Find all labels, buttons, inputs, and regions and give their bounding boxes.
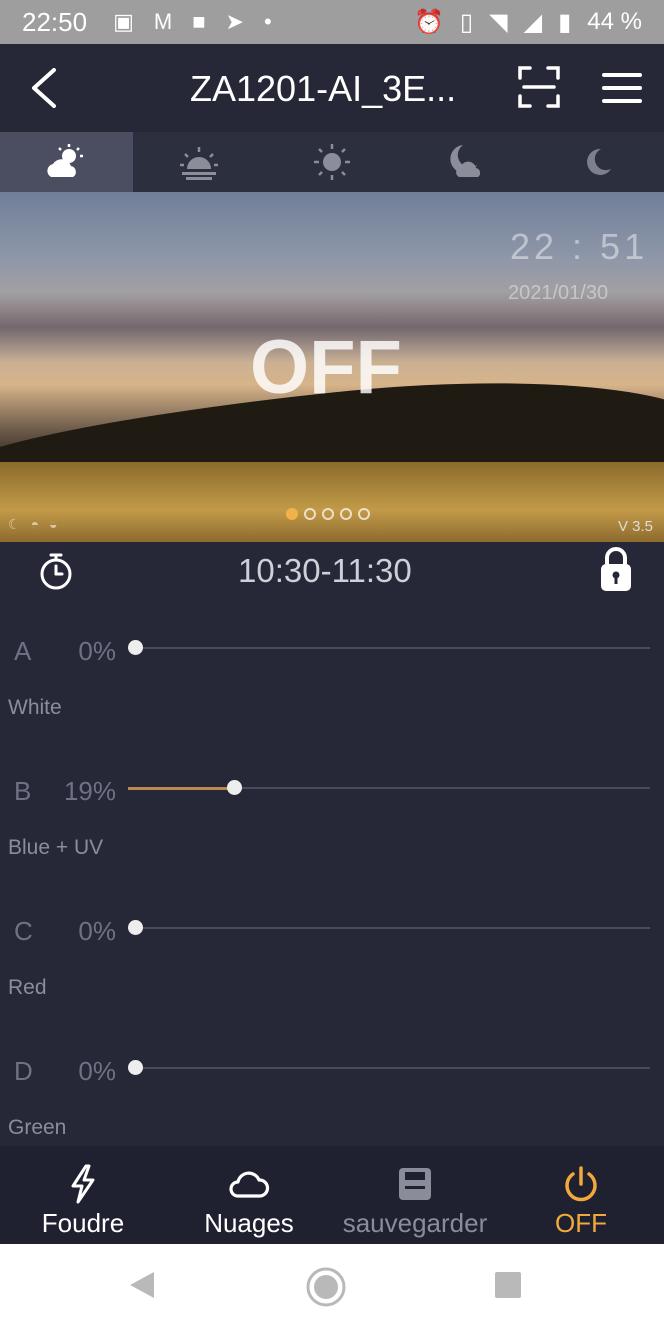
page-indicator <box>286 508 370 520</box>
slider-track[interactable] <box>128 927 650 929</box>
clouds-label: Nuages <box>204 1208 294 1238</box>
mode-tab-dusk[interactable] <box>398 132 531 192</box>
status-bar: 22:50 ▣ M ■ ➤ • ⏰ ▯ ◥ ◢ ▮ 44 % <box>0 0 664 44</box>
device-clock: 22 : 51 <box>510 226 649 267</box>
channel-percent: 0% <box>78 1056 116 1086</box>
slider-handle[interactable] <box>128 640 143 655</box>
power-icon <box>565 1166 597 1202</box>
channel-name: Blue + UV <box>8 836 104 859</box>
lightning-button[interactable]: Foudre <box>0 1146 166 1244</box>
home-circle-icon[interactable] <box>305 1266 347 1308</box>
page-dot <box>322 508 334 520</box>
slider-handle[interactable] <box>128 1060 143 1075</box>
lock-icon[interactable] <box>600 546 632 592</box>
moon-cloud-icon <box>450 145 480 177</box>
channel-row: B 19% Blue + UV <box>0 746 664 886</box>
recents-square-icon[interactable] <box>494 1271 522 1299</box>
channel-letter: B <box>14 776 32 806</box>
slider-track[interactable] <box>128 647 650 649</box>
more-notifications-icon: • <box>263 9 272 34</box>
clouds-button[interactable]: Nuages <box>166 1146 332 1244</box>
power-button[interactable]: OFF <box>498 1146 664 1244</box>
mode-tab-cloudy[interactable] <box>0 132 133 192</box>
hero-mini-icons: ☾ ◓ ◒ <box>8 516 58 533</box>
scan-icon[interactable] <box>518 66 560 108</box>
channel-row: A 0% White <box>0 606 664 746</box>
battery-percent: 44 % <box>587 8 642 35</box>
alarm-icon: ⏰ <box>414 8 444 36</box>
channel-name: Red <box>8 976 47 999</box>
status-time: 22:50 <box>22 6 88 37</box>
slider-handle[interactable] <box>128 920 143 935</box>
signal-icon: ◢ <box>523 8 543 36</box>
firmware-version: V 3.5 <box>618 518 654 535</box>
device-date: 2021/01/30 <box>508 282 609 304</box>
battery-icon: ▮ <box>558 8 572 36</box>
back-triangle-icon[interactable] <box>128 1270 156 1300</box>
chevron-left-icon[interactable] <box>26 66 66 110</box>
channel-percent: 0% <box>78 636 116 666</box>
mode-tab-night[interactable] <box>531 132 664 192</box>
channel-name: White <box>8 696 62 719</box>
partly-cloudy-icon <box>47 144 84 177</box>
wifi-icon: ◥ <box>489 8 508 36</box>
gmail-icon: M <box>153 9 173 34</box>
slider-handle[interactable] <box>227 780 243 795</box>
channel-letter: D <box>14 1056 33 1086</box>
telegram-icon: ➤ <box>225 9 244 34</box>
save-icon <box>399 1168 431 1200</box>
mode-tabs <box>0 132 664 192</box>
crescent-moon-icon <box>586 148 611 175</box>
save-label: sauvegarder <box>342 1208 488 1238</box>
sunrise-mini-icon: ◓ <box>30 516 40 532</box>
hamburger-menu-icon[interactable] <box>602 72 642 104</box>
channel-row: C 0% Red <box>0 886 664 1026</box>
sun-icon <box>313 144 350 180</box>
slider-track[interactable] <box>128 1067 650 1069</box>
channel-row: D 0% Green <box>0 1026 664 1166</box>
lightning-icon <box>71 1164 95 1204</box>
channel-letter: C <box>14 916 33 946</box>
sunrise-icon <box>180 147 219 180</box>
app-notification-icon: ■ <box>192 9 206 34</box>
sunset-mini-icon: ◒ <box>49 516 58 532</box>
grass-field <box>0 462 664 542</box>
vibrate-icon: ▯ <box>459 8 474 36</box>
power-label: OFF <box>555 1208 607 1238</box>
device-title: ZA1201-AI_3E... <box>190 68 457 109</box>
page-dot <box>286 508 298 520</box>
light-state: OFF <box>250 325 402 410</box>
page-dot <box>304 508 316 520</box>
mode-tab-sunrise[interactable] <box>133 132 266 192</box>
moon-mini-icon: ☾ <box>8 516 21 532</box>
lightning-label: Foudre <box>41 1208 125 1238</box>
page-dot <box>340 508 352 520</box>
channel-percent: 19% <box>63 776 116 806</box>
bottom-action-bar: Foudre Nuages sauvegarder OFF <box>0 1146 664 1244</box>
stopwatch-icon[interactable] <box>38 552 74 590</box>
save-button[interactable]: sauvegarder <box>332 1146 498 1244</box>
page-dot <box>358 508 370 520</box>
channel-name: Green <box>8 1116 67 1139</box>
cloud-icon <box>229 1171 270 1198</box>
channel-letter: A <box>14 636 32 666</box>
sim-icon: ▣ <box>113 9 134 34</box>
channel-percent: 0% <box>78 916 116 946</box>
system-navigation-bar <box>0 1244 664 1328</box>
schedule-time-range[interactable]: 10:30-11:30 <box>238 552 412 590</box>
slider-fill <box>128 787 235 790</box>
app-bar: ZA1201-AI_3E... <box>0 44 664 132</box>
mode-tab-day[interactable] <box>266 132 399 192</box>
